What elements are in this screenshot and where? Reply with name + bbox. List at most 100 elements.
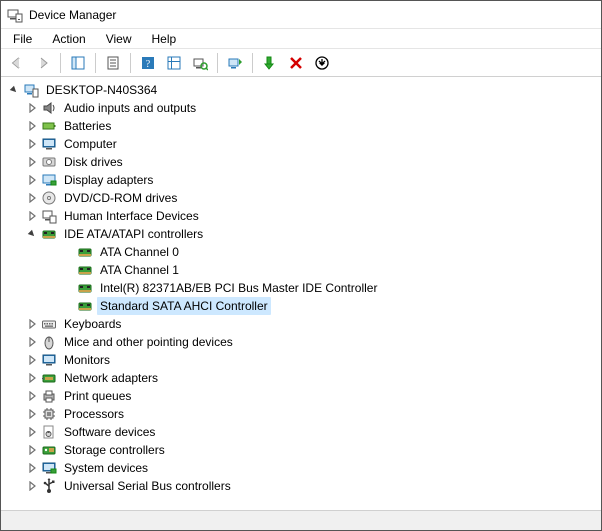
tree-item-label: Display adapters <box>61 171 156 189</box>
tree-category-print[interactable]: Print queues <box>3 387 599 405</box>
tree-item-label: Processors <box>61 405 127 423</box>
mouse-icon <box>41 334 57 350</box>
help-button[interactable]: ? <box>136 51 160 75</box>
tree-category-usb[interactable]: Universal Serial Bus controllers <box>3 477 599 495</box>
tree-category-processors[interactable]: Processors <box>3 405 599 423</box>
tree-root-computer[interactable]: DESKTOP-N40S364 <box>3 81 599 99</box>
tree-category-dvd[interactable]: DVD/CD-ROM drives <box>3 189 599 207</box>
tree-item-label: ATA Channel 1 <box>97 261 182 279</box>
toolbar-sep-3 <box>130 53 131 73</box>
expander-icon[interactable] <box>25 227 39 241</box>
tree-item-label: ATA Channel 0 <box>97 243 182 261</box>
tree-category-software[interactable]: Software devices <box>3 423 599 441</box>
window-title: Device Manager <box>29 8 116 22</box>
menu-view[interactable]: View <box>96 30 142 48</box>
back-button[interactable] <box>5 51 29 75</box>
action-button[interactable] <box>162 51 186 75</box>
tree-device-ata0[interactable]: ATA Channel 0 <box>3 243 599 261</box>
tree-category-keyboards[interactable]: Keyboards <box>3 315 599 333</box>
tree-device-sata[interactable]: Standard SATA AHCI Controller <box>3 297 599 315</box>
toolbar-sep-5 <box>252 53 253 73</box>
expander-icon[interactable] <box>25 119 39 133</box>
uninstall-device-button[interactable] <box>284 51 308 75</box>
expander-icon[interactable] <box>7 83 21 97</box>
tree-category-batteries[interactable]: Batteries <box>3 117 599 135</box>
menu-action[interactable]: Action <box>42 30 95 48</box>
tree-item-label: Storage controllers <box>61 441 168 459</box>
expander-icon[interactable] <box>25 137 39 151</box>
tree-item-label: Keyboards <box>61 315 124 333</box>
tree-device-intel[interactable]: Intel(R) 82371AB/EB PCI Bus Master IDE C… <box>3 279 599 297</box>
expander-icon[interactable] <box>25 443 39 457</box>
optical-icon <box>41 190 57 206</box>
expander-icon[interactable] <box>25 209 39 223</box>
expander-icon[interactable] <box>25 155 39 169</box>
speaker-icon <box>41 100 57 116</box>
usb-icon <box>41 478 57 494</box>
tree-category-ide[interactable]: IDE ATA/ATAPI controllers <box>3 225 599 243</box>
tree-category-mice[interactable]: Mice and other pointing devices <box>3 333 599 351</box>
tree-item-label: IDE ATA/ATAPI controllers <box>61 225 206 243</box>
tree-item-label: System devices <box>61 459 151 477</box>
tree-item-label: Mice and other pointing devices <box>61 333 236 351</box>
battery-icon <box>41 118 57 134</box>
tree-category-audio[interactable]: Audio inputs and outputs <box>3 99 599 117</box>
tree-item-label: Standard SATA AHCI Controller <box>97 297 271 315</box>
disable-device-button[interactable] <box>310 51 334 75</box>
tree-category-hid[interactable]: Human Interface Devices <box>3 207 599 225</box>
cpu-icon <box>41 406 57 422</box>
tree-category-storage[interactable]: Storage controllers <box>3 441 599 459</box>
tree-item-label: Audio inputs and outputs <box>61 99 199 117</box>
menu-bar: File Action View Help <box>1 29 601 49</box>
tree-category-network[interactable]: Network adapters <box>3 369 599 387</box>
tree-item-label: DVD/CD-ROM drives <box>61 189 180 207</box>
expander-icon[interactable] <box>25 191 39 205</box>
expander-icon[interactable] <box>25 335 39 349</box>
tree-item-label: Computer <box>61 135 120 153</box>
tree-category-disk[interactable]: Disk drives <box>3 153 599 171</box>
properties-button[interactable] <box>101 51 125 75</box>
expander-icon[interactable] <box>25 101 39 115</box>
scan-hardware-button[interactable] <box>188 51 212 75</box>
device-tree[interactable]: DESKTOP-N40S364Audio inputs and outputsB… <box>1 77 601 510</box>
expander-icon[interactable] <box>25 353 39 367</box>
tree-item-label: Batteries <box>61 117 114 135</box>
menu-help[interactable]: Help <box>142 30 187 48</box>
tree-item-label: Network adapters <box>61 369 161 387</box>
enable-device-button[interactable] <box>258 51 282 75</box>
toolbar-sep-4 <box>217 53 218 73</box>
tree-item-label: Intel(R) 82371AB/EB PCI Bus Master IDE C… <box>97 279 380 297</box>
status-bar <box>1 510 601 530</box>
expander-icon[interactable] <box>25 407 39 421</box>
expander-icon[interactable] <box>25 371 39 385</box>
printer-icon <box>41 388 57 404</box>
controller-icon <box>77 280 93 296</box>
hid-icon <box>41 208 57 224</box>
show-hide-tree-button[interactable] <box>66 51 90 75</box>
tree-category-monitors[interactable]: Monitors <box>3 351 599 369</box>
computer-root-icon <box>23 82 39 98</box>
svg-text:?: ? <box>146 59 151 70</box>
expander-icon[interactable] <box>25 425 39 439</box>
expander-icon[interactable] <box>25 389 39 403</box>
tree-item-label: Software devices <box>61 423 158 441</box>
expander-icon[interactable] <box>25 317 39 331</box>
menu-file[interactable]: File <box>3 30 42 48</box>
tree-category-display[interactable]: Display adapters <box>3 171 599 189</box>
software-icon <box>41 424 57 440</box>
update-driver-button[interactable] <box>223 51 247 75</box>
tree-item-label: Print queues <box>61 387 134 405</box>
tree-device-ata1[interactable]: ATA Channel 1 <box>3 261 599 279</box>
expander-icon[interactable] <box>25 461 39 475</box>
controller-icon <box>77 298 93 314</box>
network-icon <box>41 370 57 386</box>
keyboard-icon <box>41 316 57 332</box>
toolbar-sep-1 <box>60 53 61 73</box>
tree-category-computer[interactable]: Computer <box>3 135 599 153</box>
device-manager-icon <box>7 7 23 23</box>
expander-icon[interactable] <box>25 479 39 493</box>
expander-icon[interactable] <box>25 173 39 187</box>
forward-button[interactable] <box>31 51 55 75</box>
disk-icon <box>41 154 57 170</box>
tree-category-system[interactable]: System devices <box>3 459 599 477</box>
